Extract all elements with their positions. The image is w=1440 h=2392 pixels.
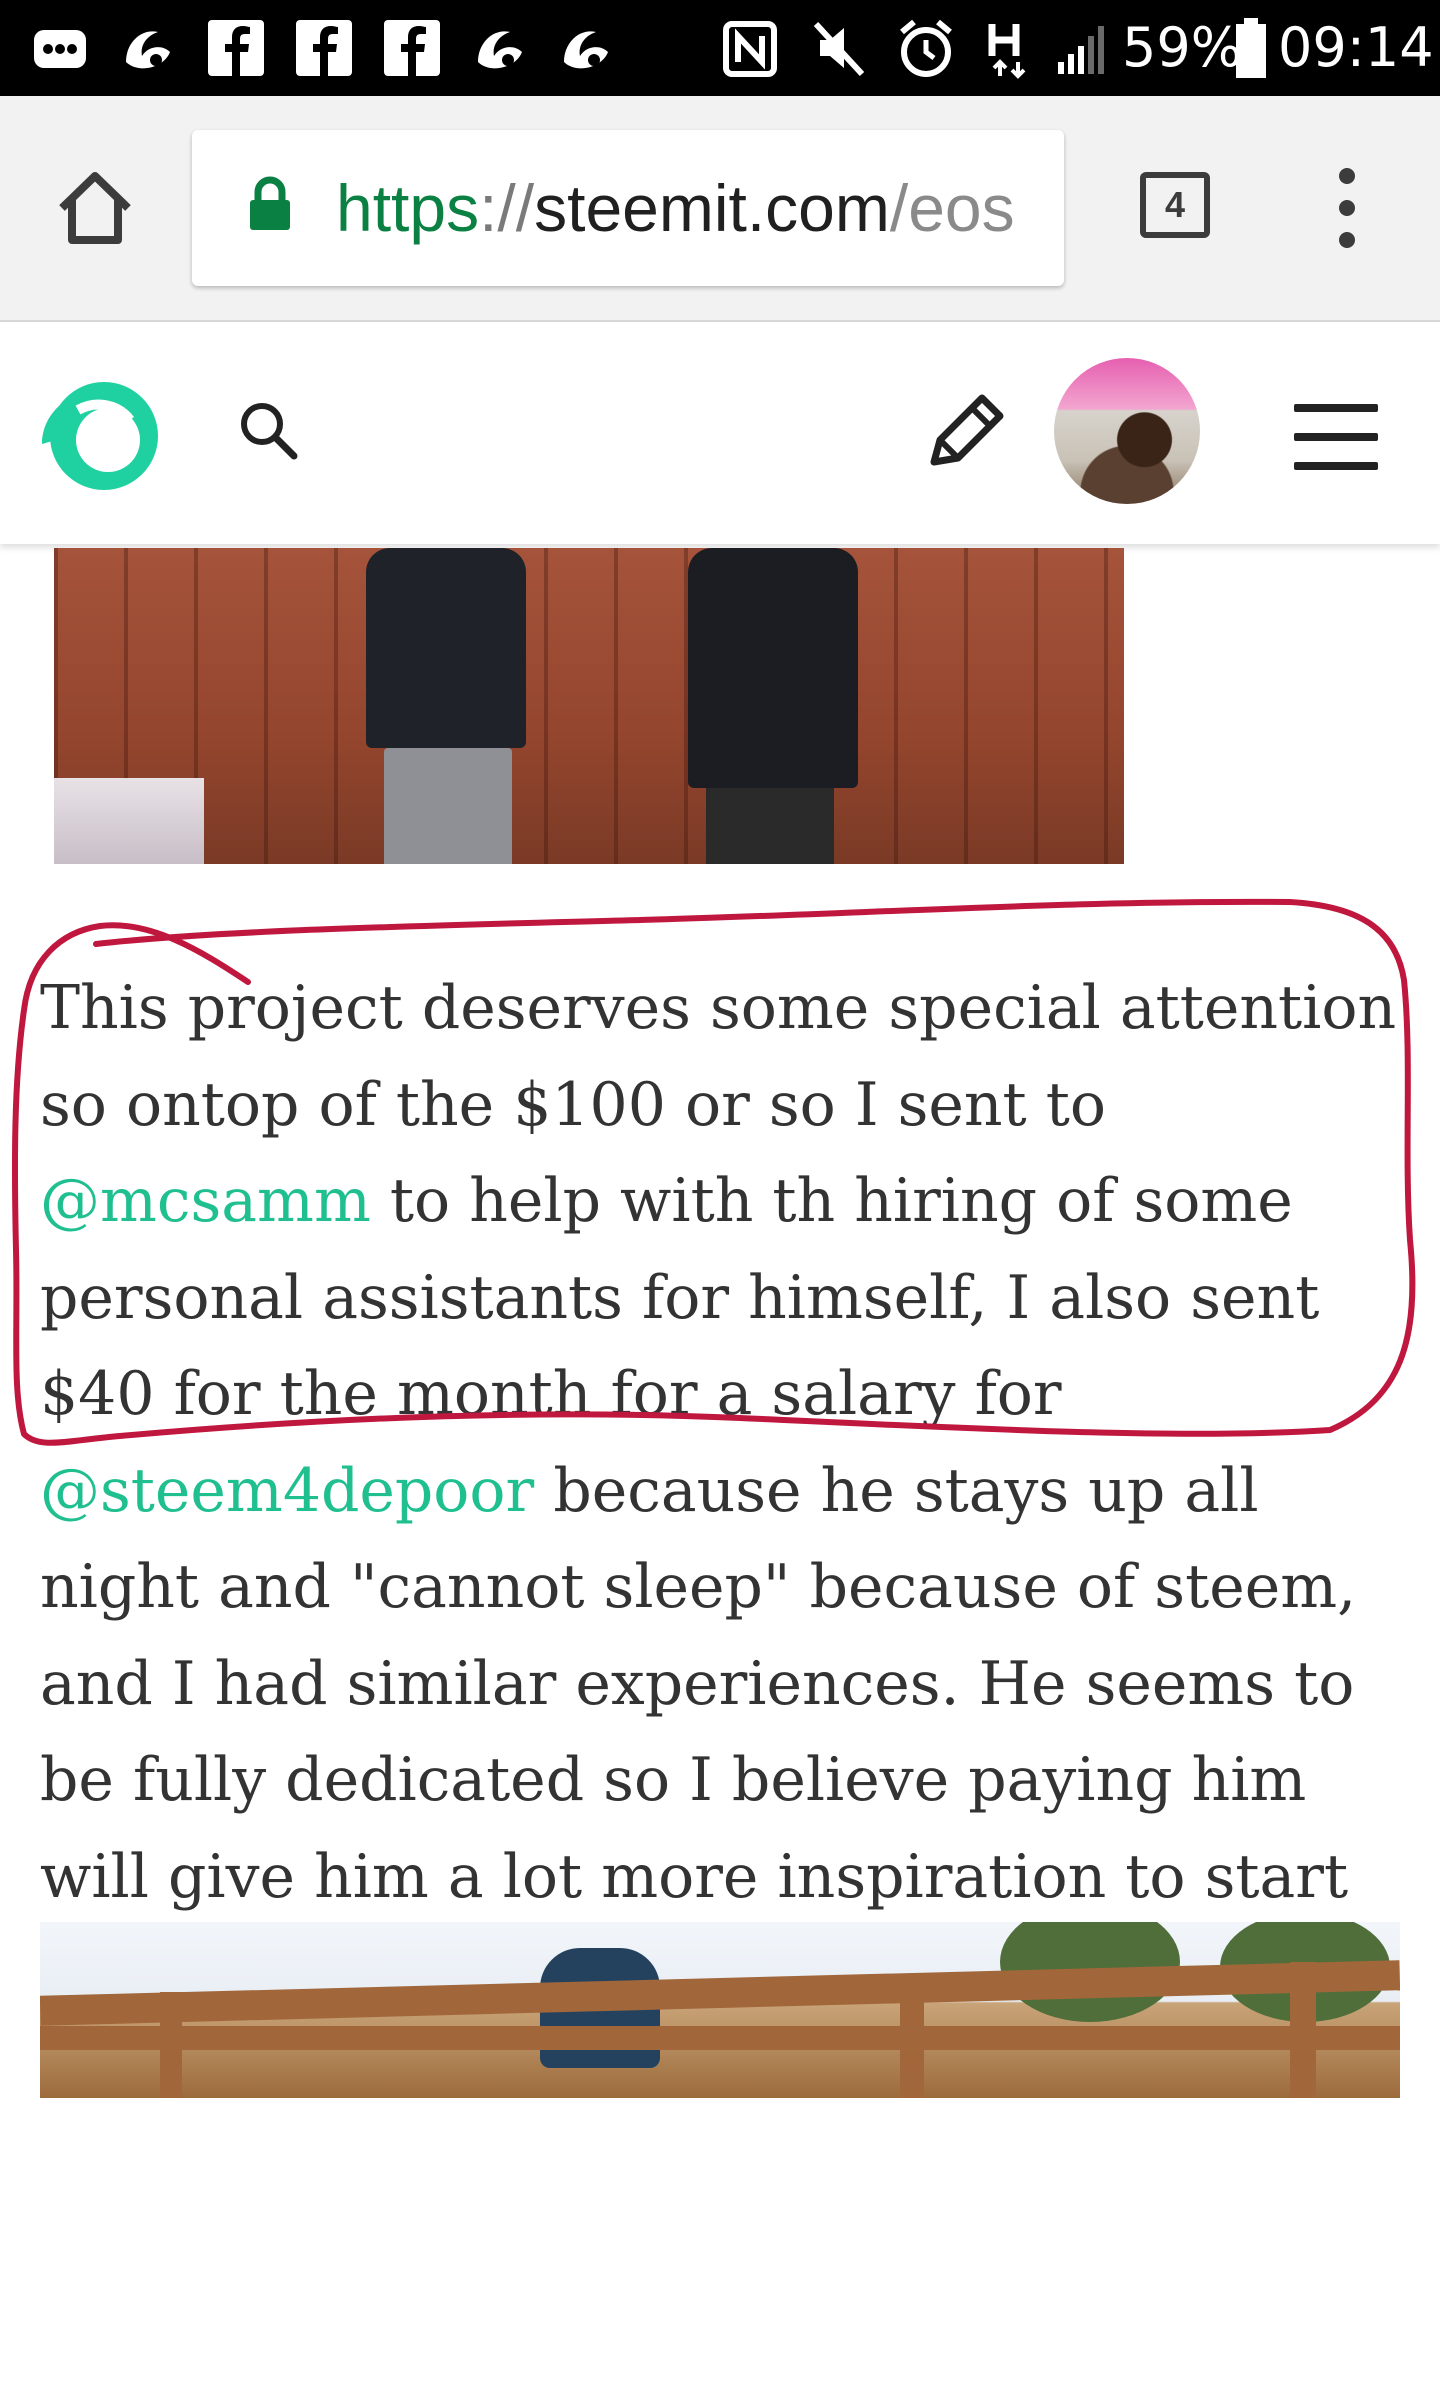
h-plus-data-icon [988, 24, 1026, 79]
facebook-icon [296, 20, 352, 76]
alarm-icon [900, 19, 952, 77]
post-body: This project deserves some special atten… [40, 960, 1420, 2022]
mention-link-mcsamm[interactable]: @mcsamm [40, 1166, 371, 1236]
signal-icon [1058, 26, 1104, 74]
url-path: /eos [889, 171, 1015, 245]
user-avatar[interactable] [1054, 358, 1200, 504]
home-icon[interactable] [52, 168, 138, 248]
hamburger-menu-icon[interactable] [1294, 404, 1378, 470]
address-bar[interactable]: https://steemit.com/eos [192, 130, 1064, 286]
status-bar: 59% 09:14 [0, 0, 1440, 96]
paragraph-text: This project deserves some special atten… [40, 973, 1397, 1140]
url-text[interactable]: https://steemit.com/eos [336, 170, 1046, 246]
nfc-icon [723, 21, 777, 77]
tab-switcher-button[interactable]: 4 [1140, 172, 1210, 238]
post-image-top [54, 548, 1124, 864]
battery-percentage: 59% [1122, 16, 1243, 79]
site-header [0, 322, 1440, 544]
uc-browser-icon [478, 31, 522, 69]
browser-menu-icon[interactable] [1330, 168, 1364, 248]
battery-icon [1236, 18, 1266, 78]
mention-link-steem4depoor[interactable]: @steem4depoor [40, 1456, 534, 1526]
uc-browser-icon [126, 31, 170, 69]
search-icon[interactable] [236, 398, 302, 464]
url-host: steemit.com [534, 171, 890, 245]
uc-browser-icon [564, 31, 608, 69]
chat-notification-icon [34, 30, 86, 68]
url-separator: :// [479, 171, 535, 245]
browser-toolbar: https://steemit.com/eos 4 [0, 96, 1440, 322]
steemit-logo-icon[interactable] [38, 370, 162, 494]
pencil-icon[interactable] [924, 384, 1008, 472]
lock-icon [250, 176, 290, 230]
facebook-icon [208, 20, 264, 76]
mute-icon [813, 21, 865, 77]
post-paragraph: This project deserves some special atten… [40, 960, 1420, 2022]
post-image-bottom [40, 1922, 1400, 2098]
facebook-icon [384, 20, 440, 76]
url-scheme: https [336, 171, 480, 245]
clock: 09:14 [1278, 16, 1434, 79]
